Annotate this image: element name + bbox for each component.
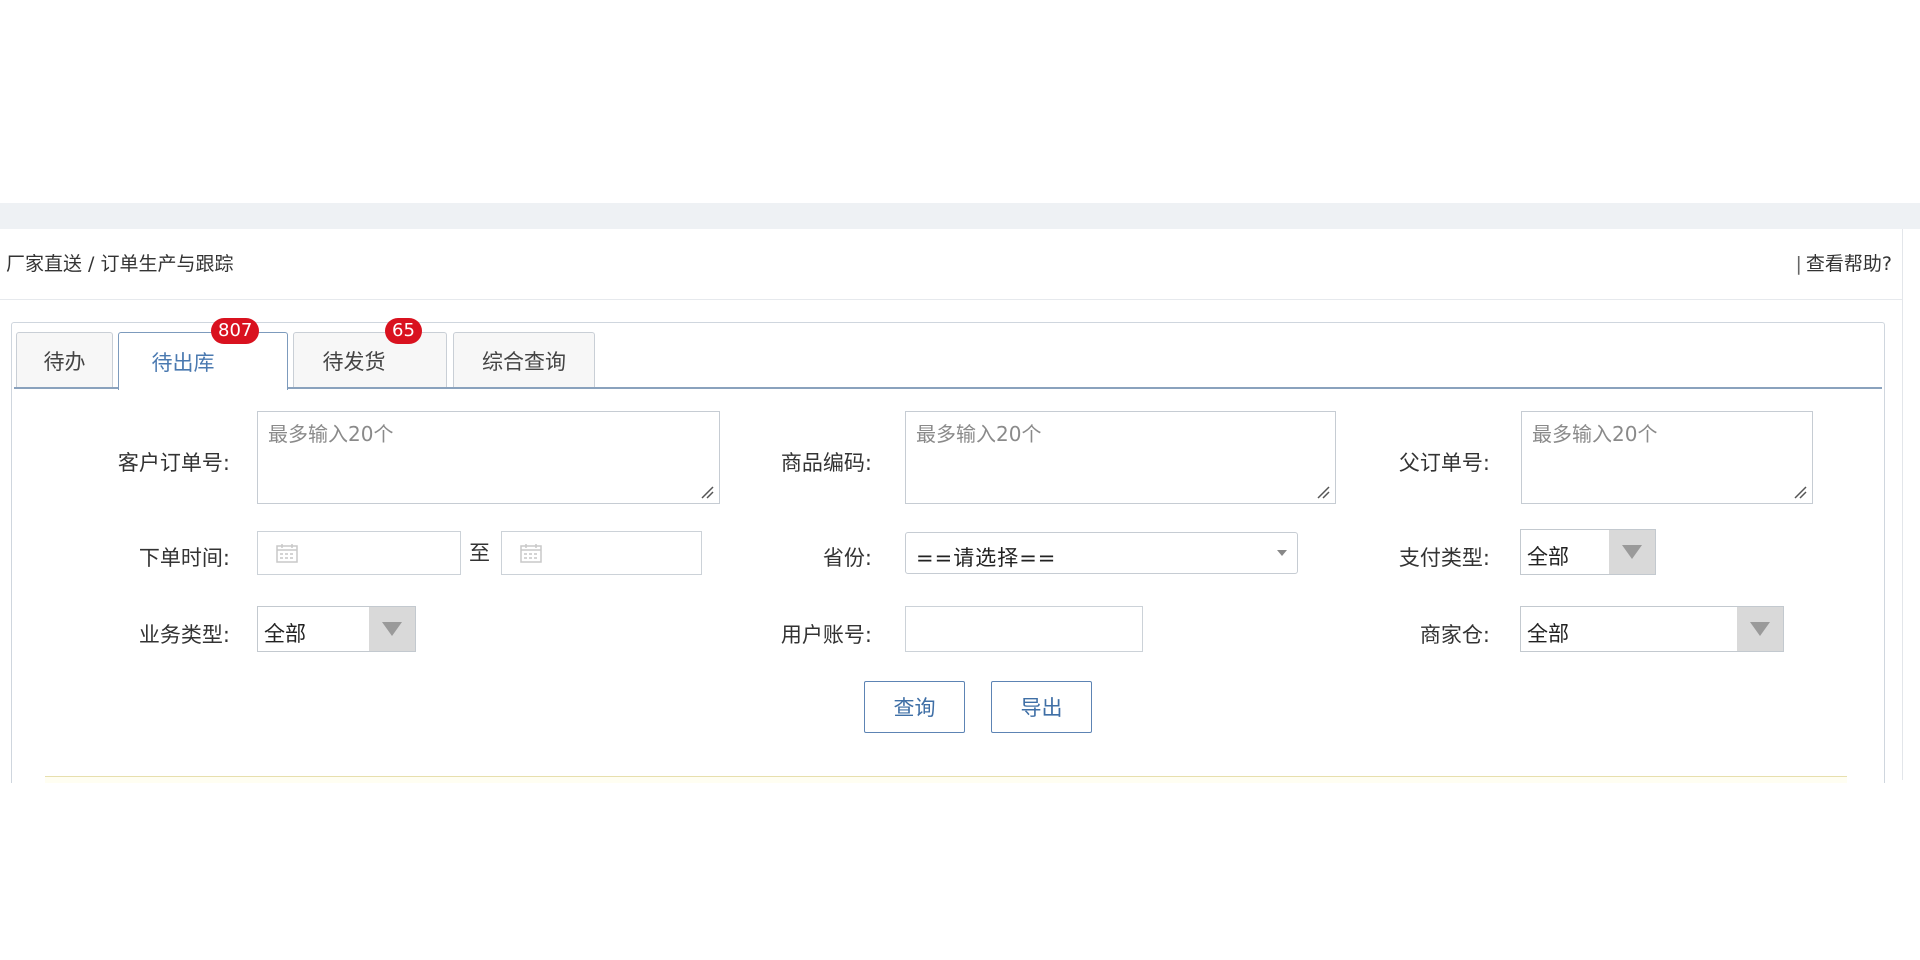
help-separator: | — [1795, 253, 1802, 275]
product-code-label: 商品编码: — [780, 451, 872, 475]
chevron-down-icon — [1277, 550, 1287, 556]
customer-order-no-label: 客户订单号: — [117, 451, 230, 475]
dropdown-arrow-icon[interactable] — [369, 607, 415, 651]
merchant-warehouse-select[interactable]: 全部 — [1520, 606, 1784, 652]
export-button[interactable]: 导出 — [991, 681, 1092, 733]
tab-comprehensive-query[interactable]: 综合查询 — [453, 332, 595, 388]
calendar-icon — [520, 544, 542, 563]
order-time-to-label: 至 — [469, 541, 490, 565]
tab-todo-label: 待办 — [43, 349, 86, 374]
dropdown-arrow-icon[interactable] — [1609, 530, 1655, 574]
breadcrumb: 厂家直送 / 订单生产与跟踪 — [6, 253, 234, 275]
order-time-end-input[interactable] — [501, 531, 702, 575]
parent-order-no-input[interactable] — [1521, 411, 1813, 504]
province-select-value: ==请选择== — [916, 546, 1057, 570]
tab-pending-shipment-badge: 65 — [385, 318, 422, 344]
tab-pending-outbound[interactable]: 待出库 — [118, 332, 288, 390]
merchant-warehouse-label: 商家仓: — [1419, 623, 1490, 647]
province-label: 省份: — [822, 546, 872, 570]
main-panel: 厂家直送 / 订单生产与跟踪 | 查看帮助? 待办 待出库 807 待发货 65 … — [0, 229, 1903, 783]
payment-type-select[interactable]: 全部 — [1520, 529, 1656, 575]
notice-strip — [45, 776, 1847, 783]
page-header: 厂家直送 / 订单生产与跟踪 | 查看帮助? — [0, 229, 1902, 300]
merchant-warehouse-value: 全部 — [1527, 622, 1569, 646]
business-type-value: 全部 — [264, 622, 306, 646]
calendar-icon — [276, 544, 298, 563]
tab-comprehensive-query-label: 综合查询 — [482, 349, 566, 374]
tab-pending-shipment[interactable]: 待发货 — [293, 332, 447, 388]
payment-type-value: 全部 — [1527, 545, 1569, 569]
order-time-label: 下单时间: — [138, 546, 230, 570]
user-account-label: 用户账号: — [780, 623, 872, 647]
help-label: 查看帮助? — [1805, 253, 1892, 275]
dropdown-arrow-icon[interactable] — [1737, 607, 1783, 651]
business-type-label: 业务类型: — [138, 623, 230, 647]
product-code-input[interactable] — [905, 411, 1336, 504]
query-button[interactable]: 查询 — [864, 681, 965, 733]
top-strip — [0, 203, 1920, 229]
tab-todo[interactable]: 待办 — [16, 332, 113, 388]
parent-order-no-label: 父订单号: — [1398, 451, 1490, 475]
tab-pending-outbound-label: 待出库 — [151, 350, 215, 375]
province-select[interactable]: ==请选择== — [905, 532, 1298, 574]
customer-order-no-input[interactable] — [257, 411, 720, 504]
help-link[interactable]: | 查看帮助? — [1796, 249, 1893, 276]
business-type-select[interactable]: 全部 — [257, 606, 416, 652]
tab-pending-outbound-badge: 807 — [211, 318, 260, 344]
tabs-underline — [14, 387, 1882, 389]
payment-type-label: 支付类型: — [1398, 546, 1490, 570]
user-account-input[interactable] — [905, 606, 1143, 652]
tab-pending-shipment-label: 待发货 — [322, 349, 386, 374]
order-time-start-input[interactable] — [257, 531, 461, 575]
